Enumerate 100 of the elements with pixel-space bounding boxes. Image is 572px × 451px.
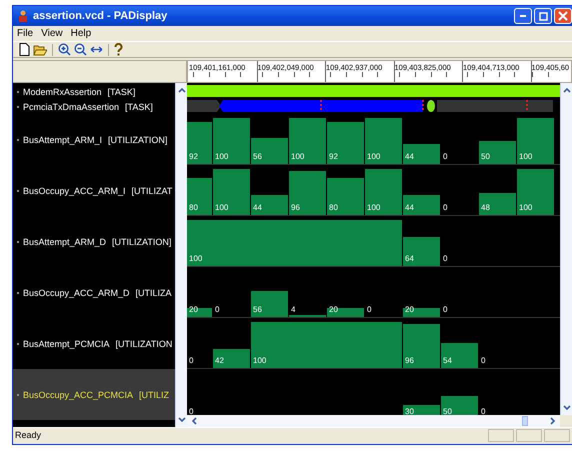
signal-type: [UTILIZATION]: [112, 236, 172, 246]
signal-type: [TASK]: [108, 86, 136, 96]
bar-value: 0: [481, 356, 486, 365]
bar-value: 44: [253, 203, 262, 212]
zoom-out-icon[interactable]: [74, 43, 87, 56]
bar-value: 48: [481, 203, 490, 212]
utilization-bar: [403, 308, 440, 317]
bar-value: 100: [291, 152, 304, 161]
signal-row[interactable]: BusOccupy_ACC_ARM_I [UTILIZAT: [13, 165, 175, 216]
utilization-bar: [187, 308, 212, 317]
close-icon: [558, 11, 568, 21]
signal-type: [UTILIZATION: [116, 338, 172, 348]
signal-row[interactable]: PcmciaTxDmaAssertion [TASK]: [13, 99, 175, 114]
bar-value: 0: [367, 305, 372, 314]
app-icon: [17, 10, 29, 22]
bar-value: 30: [405, 407, 414, 415]
bar-value: 0: [443, 152, 448, 161]
signal-name: BusOccupy_ACC_ARM_D: [23, 288, 130, 298]
bar-value: 100: [519, 203, 532, 212]
scrollbar[interactable]: [175, 83, 187, 427]
bar-value: 100: [367, 203, 380, 212]
bar-value: 64: [405, 254, 414, 263]
bar-value: 0: [189, 407, 194, 415]
bar-value: 54: [443, 356, 452, 365]
folder-icon[interactable]: [33, 44, 47, 56]
bar-value: 44: [405, 203, 414, 212]
window-title: assertion.vcd - PADisplay: [33, 10, 168, 22]
help-icon[interactable]: [114, 43, 123, 56]
status-panel: [544, 428, 570, 442]
maximize-button[interactable]: [534, 8, 552, 24]
signal-row[interactable]: BusAttempt_PCMCIA [UTILIZATION: [13, 318, 175, 369]
bar-value: 96: [405, 356, 414, 365]
bar-value: 42: [215, 356, 224, 365]
signal-row[interactable]: ModemRxAssertion [TASK]: [13, 84, 175, 99]
signal-type: [UTILIZ: [139, 390, 170, 400]
maximize-icon: [538, 12, 548, 20]
bar-value: 4: [291, 305, 296, 314]
zoom-in-icon[interactable]: [58, 43, 71, 56]
minimize-icon: [520, 15, 526, 17]
bar-value: 0: [443, 203, 448, 212]
horizontal-scrollbar[interactable]: [187, 415, 560, 427]
signal-type: [UTILIZA: [136, 288, 172, 298]
bar-value: 100: [253, 356, 266, 365]
minimize-button[interactable]: [514, 8, 532, 24]
signal-row[interactable]: BusAttempt_ARM_I [UTILIZATION]: [13, 114, 175, 165]
signal-type: [UTILIZAT: [132, 186, 172, 196]
signal-name: ModemRxAssertion: [23, 86, 102, 96]
bar-value: 56: [253, 152, 262, 161]
menu-item[interactable]: View: [41, 28, 63, 39]
bar-value: 92: [189, 152, 198, 161]
bar-value: 0: [481, 407, 486, 415]
bar-value: 100: [519, 152, 532, 161]
bar-value: 50: [481, 152, 490, 161]
bar-value: 56: [253, 305, 262, 314]
bar-value: 100: [215, 203, 228, 212]
bar-value: 100: [189, 254, 202, 263]
bar-value: 80: [329, 203, 338, 212]
signal-row[interactable]: BusOccupy_ACC_ARM_D [UTILIZA: [13, 267, 175, 318]
scroll-right-icon[interactable]: [548, 416, 558, 426]
bar-value: 0: [443, 305, 448, 314]
signal-type: [TASK]: [125, 102, 153, 112]
utilization-bar: [327, 122, 364, 164]
bar-value: 80: [189, 203, 198, 212]
scroll-left-icon[interactable]: [189, 416, 199, 426]
signal-row[interactable]: BusAttempt_ARM_D [UTILIZATION]: [13, 216, 175, 267]
status-panel: [488, 428, 514, 442]
status-panel: [516, 428, 542, 442]
bar-value: 20: [405, 305, 414, 314]
bar-value: 0: [189, 356, 194, 365]
new-file-icon[interactable]: [18, 43, 30, 56]
scroll-up-icon[interactable]: [176, 85, 186, 95]
signal-name: BusAttempt_ARM_I: [23, 134, 102, 144]
bar-value: 44: [405, 152, 414, 161]
signal-name: BusAttempt_ARM_D: [23, 236, 106, 246]
close-button[interactable]: [554, 8, 572, 24]
bar-value: 0: [443, 254, 448, 263]
menu-item[interactable]: Help: [70, 28, 92, 39]
bar-value: 20: [189, 305, 198, 314]
status-text: Ready: [15, 430, 42, 440]
menu-item[interactable]: File: [17, 28, 34, 39]
bar-value: 0: [215, 305, 220, 314]
signal-name: BusOccupy_ACC_ARM_I: [23, 186, 126, 196]
bar-value: 100: [215, 152, 228, 161]
bar-value: 100: [367, 152, 380, 161]
signal-name: BusOccupy_ACC_PCMCIA: [23, 390, 134, 400]
signal-name: BusAttempt_PCMCIA: [23, 338, 110, 348]
scroll-down-icon[interactable]: [562, 403, 572, 413]
scroll-up-icon[interactable]: [562, 85, 572, 95]
bar-value: 20: [329, 305, 338, 314]
signal-row-selected[interactable]: BusOccupy_ACC_PCMCIA [UTILIZ: [13, 369, 175, 420]
scroll-down-icon[interactable]: [176, 415, 186, 425]
bar-value: 50: [443, 407, 452, 415]
double-arrow-icon[interactable]: [90, 45, 103, 54]
signal-type: [UTILIZATION]: [108, 134, 168, 144]
signal-name: PcmciaTxDmaAssertion: [23, 102, 120, 112]
utilization-bar: [327, 178, 364, 215]
bar-value: 92: [329, 152, 338, 161]
scroll-thumb[interactable]: [522, 416, 528, 426]
scrollbar[interactable]: [560, 83, 572, 415]
bar-value: 96: [291, 203, 300, 212]
